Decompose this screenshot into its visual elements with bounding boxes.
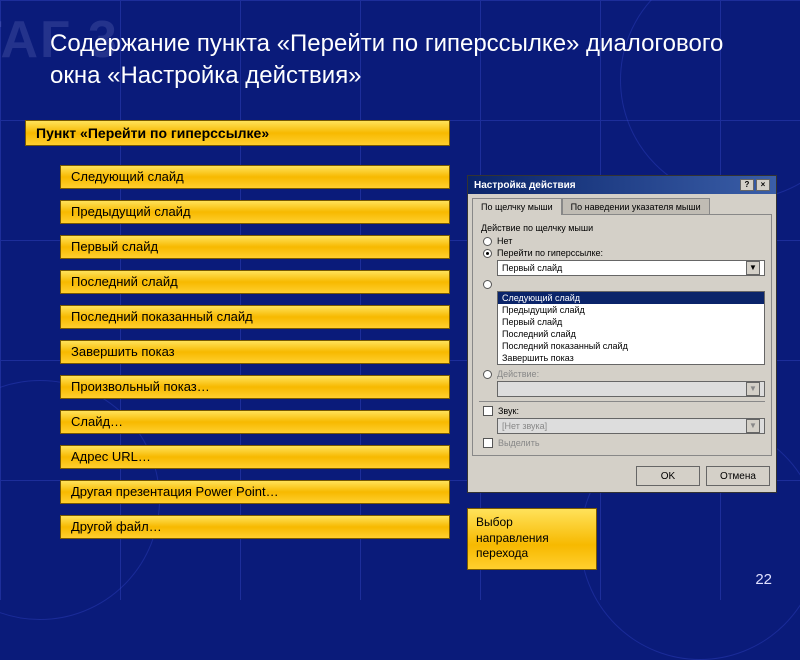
hyperlink-combo[interactable]: Первый слайд ▼ (497, 260, 765, 276)
list-item: Слайд… (60, 410, 450, 434)
checkbox-icon (483, 438, 493, 448)
dialog-titlebar[interactable]: Настройка действия ? × (468, 176, 776, 194)
radio-icon (483, 370, 492, 379)
radio-none[interactable]: Нет (483, 236, 765, 246)
cancel-button[interactable]: Отмена (706, 466, 770, 486)
radio-none-label: Нет (497, 236, 512, 246)
separator (479, 401, 765, 402)
close-icon[interactable]: × (756, 179, 770, 191)
sound-label: Звук: (498, 406, 519, 416)
tab-click[interactable]: По щелчку мыши (472, 198, 562, 215)
list-option[interactable]: Предыдущий слайд (498, 304, 764, 316)
list-item: Произвольный показ… (60, 375, 450, 399)
radio-icon (483, 237, 492, 246)
list-item: Другой файл… (60, 515, 450, 539)
list-item: Предыдущий слайд (60, 200, 450, 224)
help-icon[interactable]: ? (740, 179, 754, 191)
list-option[interactable]: Последний показанный слайд (498, 340, 764, 352)
radio-icon (483, 249, 492, 258)
radio-hyperlink[interactable]: Перейти по гиперссылке: (483, 248, 765, 258)
sound-value: [Нет звука] (502, 421, 547, 431)
ok-button[interactable]: OK (636, 466, 700, 486)
page-number: 22 (755, 571, 772, 588)
hyperlink-listbox[interactable]: Следующий слайд Предыдущий слайд Первый … (497, 291, 765, 365)
callout-label: Выбор направления перехода (467, 508, 597, 570)
combo-value: Первый слайд (502, 263, 562, 273)
action-combo: ▼ (497, 381, 765, 397)
radio-hyperlink-label: Перейти по гиперссылке: (497, 248, 603, 258)
radio-icon (483, 280, 492, 289)
highlight-label: Выделить (498, 438, 540, 448)
chevron-down-icon: ▼ (746, 382, 760, 396)
list-item: Следующий слайд (60, 165, 450, 189)
section-label: Действие по щелчку мыши (481, 223, 765, 233)
radio-empty-1[interactable] (483, 280, 765, 289)
dialog-title-text: Настройка действия (474, 180, 576, 191)
tab-hover[interactable]: По наведении указателя мыши (562, 198, 710, 215)
sound-combo: [Нет звука] ▼ (497, 418, 765, 434)
list-item: Завершить показ (60, 340, 450, 364)
list-item: Последний слайд (60, 270, 450, 294)
page-title: Содержание пункта «Перейти по гиперссылк… (50, 28, 750, 93)
list-option[interactable]: Последний слайд (498, 328, 764, 340)
radio-action: Действие: (483, 369, 765, 379)
checkbox-icon (483, 406, 493, 416)
chevron-down-icon[interactable]: ▼ (746, 261, 760, 275)
list-item: Последний показанный слайд (60, 305, 450, 329)
section-header: Пункт «Перейти по гиперссылке» (25, 120, 450, 146)
checkbox-highlight: Выделить (483, 438, 765, 448)
list-option[interactable]: Следующий слайд (498, 292, 764, 304)
list-item: Первый слайд (60, 235, 450, 259)
radio-action-label: Действие: (497, 369, 539, 379)
checkbox-sound[interactable]: Звук: (483, 406, 765, 416)
list-option[interactable]: Первый слайд (498, 316, 764, 328)
chevron-down-icon: ▼ (746, 419, 760, 433)
list-item: Другая презентация Power Point… (60, 480, 450, 504)
dialog-body: Действие по щелчку мыши Нет Перейти по г… (472, 214, 772, 456)
list-option[interactable]: Завершить показ (498, 352, 764, 364)
dialog-window: Настройка действия ? × По щелчку мыши По… (467, 175, 777, 493)
list-item: Адрес URL… (60, 445, 450, 469)
